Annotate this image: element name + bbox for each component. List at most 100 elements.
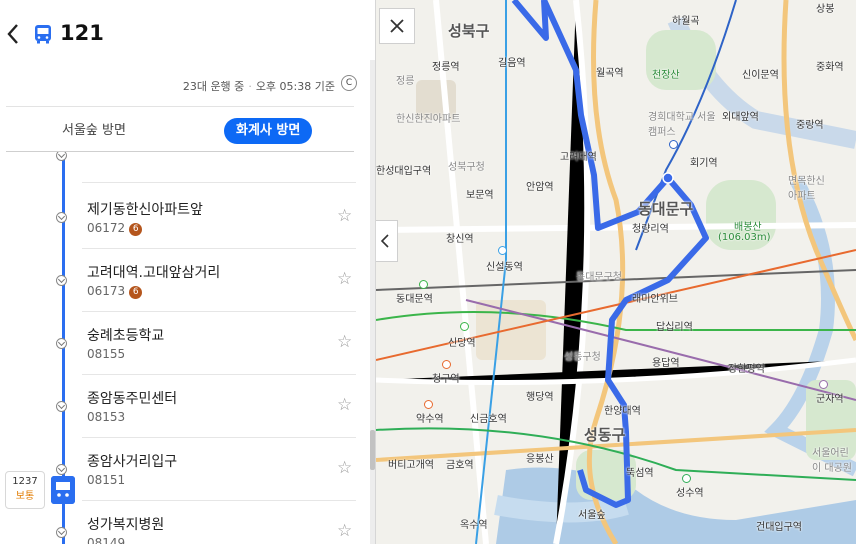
- map-label: 길음역: [498, 58, 526, 69]
- map-label: 군자역: [816, 394, 844, 405]
- list-item[interactable]: 고려대역.고대앞삼거리 06173 6 ☆: [0, 249, 370, 312]
- badge: 6: [129, 223, 143, 236]
- map-label: 월곡역: [596, 68, 624, 79]
- map-label: 뚝섬역: [626, 468, 654, 479]
- scrollbar[interactable]: [370, 60, 375, 544]
- map-label: 동대문구: [638, 200, 694, 218]
- map-label: 동대문역: [396, 294, 433, 305]
- map-label: 건대입구역: [756, 522, 802, 533]
- status-line: 23대 운행 중 · 오후 05:38 기준: [182, 80, 335, 93]
- stop-name: 제기동한신아파트앞: [87, 202, 203, 218]
- map-label: 청량리역: [632, 224, 669, 235]
- stop-node: [56, 464, 67, 475]
- refresh-icon[interactable]: C: [341, 75, 357, 91]
- map-label: 성수역: [676, 488, 704, 499]
- map-label: 면목한신 아파트: [788, 176, 825, 202]
- map-label: 한양대역: [604, 406, 641, 417]
- map-label: 래미안위브: [632, 294, 678, 305]
- running-count: 23대 운행 중: [182, 80, 245, 93]
- map-label: 회기역: [690, 158, 718, 169]
- station-marker[interactable]: [460, 322, 469, 331]
- list-item[interactable]: 성가복지병원 08149 ☆: [0, 501, 370, 544]
- star-icon[interactable]: ☆: [337, 332, 352, 352]
- map-label: 청구역: [432, 374, 460, 385]
- map-label: 경희대학교 서울캠퍼스: [648, 112, 716, 138]
- station-marker[interactable]: [442, 360, 451, 369]
- stop-id: 06173 6: [87, 284, 143, 299]
- divider: [6, 106, 354, 107]
- station-marker[interactable]: [419, 280, 428, 289]
- map-label: 버티고개역: [388, 460, 434, 471]
- station-marker[interactable]: [424, 400, 433, 409]
- star-icon[interactable]: ☆: [337, 458, 352, 478]
- map-label: 답십리역: [656, 322, 693, 333]
- stop-id: 08151: [87, 473, 126, 487]
- stop-node: [56, 527, 67, 538]
- stop-node: [56, 152, 67, 161]
- bus-info-card[interactable]: 1237 보통: [5, 471, 45, 509]
- map-label: 신금호역: [470, 414, 507, 425]
- stop-node: [56, 401, 67, 412]
- map-label: 외대앞역: [722, 112, 759, 123]
- star-icon[interactable]: ☆: [337, 206, 352, 226]
- bus-icon: [35, 25, 51, 44]
- stop-name: 종암동주민센터: [87, 391, 178, 407]
- stop-node: [56, 275, 67, 286]
- close-icon: [390, 19, 404, 33]
- list-item[interactable]: 숭례초등학교 08155 ☆: [0, 312, 370, 375]
- list-item[interactable]: 제기동한신아파트앞 06172 6 ☆: [0, 186, 370, 249]
- bus-position-icon[interactable]: [51, 476, 75, 504]
- tab-direction-seoulforest[interactable]: 서울숲 방면: [62, 118, 126, 144]
- station-marker[interactable]: [819, 380, 828, 389]
- map-label: 창신역: [446, 234, 474, 245]
- station-marker[interactable]: [682, 474, 691, 483]
- map-label: 중화역: [816, 62, 844, 73]
- map-label: 응봉산: [526, 454, 554, 465]
- crowd-level: 보통: [15, 491, 35, 502]
- stop-node: [56, 212, 67, 223]
- map-label: 한신한진아파트: [396, 114, 461, 125]
- station-marker[interactable]: [669, 140, 678, 149]
- map-label: 성동구청: [564, 352, 601, 363]
- status-time: 오후 05:38 기준: [255, 80, 335, 93]
- close-button[interactable]: [379, 8, 415, 44]
- route-header: 121: [0, 0, 375, 70]
- map-label: 신설동역: [486, 262, 523, 273]
- map-label: 신이문역: [742, 70, 779, 81]
- stop-id: 08153: [87, 410, 126, 424]
- star-icon[interactable]: ☆: [337, 269, 352, 289]
- badge: 6: [129, 286, 143, 299]
- divider: [82, 182, 356, 183]
- collapse-panel-button[interactable]: [376, 220, 398, 262]
- map-label: 동대문구청: [576, 272, 622, 283]
- map-view[interactable]: 성북구 동대문구 성동구 하월곡 천장산 신이문역 상봉 중화역 길음역 월곡역…: [376, 0, 856, 544]
- map-label: 정릉: [396, 76, 415, 87]
- map-label: 옥수역: [460, 520, 488, 531]
- map-label: 성북구: [448, 22, 490, 40]
- chevron-left-icon[interactable]: [6, 22, 20, 46]
- star-icon[interactable]: ☆: [337, 521, 352, 541]
- map-label: 천장산: [652, 70, 680, 81]
- map-label: 서울어린이 대공원: [812, 448, 852, 474]
- map-label: 신당역: [448, 338, 476, 349]
- stop-id-text: 06172: [87, 221, 126, 235]
- map-label: 정릉역: [432, 62, 460, 73]
- station-marker[interactable]: [498, 246, 507, 255]
- map-label: 중랑역: [796, 120, 824, 131]
- map-label: 용답역: [652, 358, 680, 369]
- star-icon[interactable]: ☆: [337, 395, 352, 415]
- scrollbar-thumb[interactable]: [370, 430, 375, 470]
- list-item[interactable]: 06170 ☆: [0, 152, 370, 183]
- map-label: 배봉산: [734, 222, 762, 233]
- map-label: 장한평역: [728, 364, 765, 375]
- tab-direction-hwagyesa[interactable]: 화계사 방면: [224, 118, 313, 144]
- map-label: 상봉: [816, 4, 835, 15]
- chevron-left-icon: [380, 234, 389, 248]
- map-label: (106.03m): [718, 232, 771, 243]
- stop-name: 종암사거리입구: [87, 454, 178, 470]
- map-label: 안암역: [526, 182, 554, 193]
- list-item[interactable]: 종암동주민센터 08153 ☆: [0, 375, 370, 438]
- stop-node: [56, 338, 67, 349]
- map-label: 약수역: [416, 414, 444, 425]
- map-label: 금호역: [446, 460, 474, 471]
